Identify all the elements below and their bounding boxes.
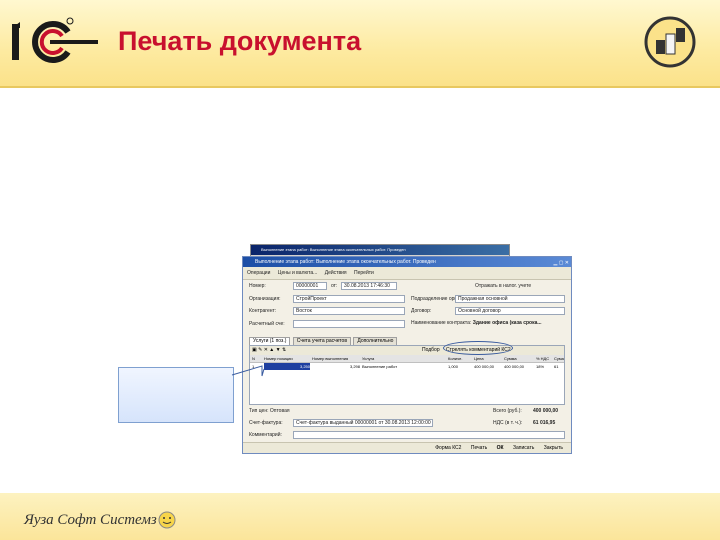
row-cell: 1 xyxy=(252,364,255,369)
row-cell: 61 xyxy=(554,364,559,369)
window-controls-icon[interactable]: ▁ ▢ ✕ xyxy=(553,258,569,267)
window-title: Выполнение этапа работ: Выполнение этапа… xyxy=(255,259,436,265)
highlight-ellipse xyxy=(443,341,513,355)
ok-button[interactable]: ОК xyxy=(497,445,504,451)
row-cell: 3,298 xyxy=(349,364,360,369)
contract-name-label: Наименование контракта: xyxy=(411,320,472,326)
callout-box xyxy=(118,367,234,423)
contract-field[interactable]: Основной договор xyxy=(455,307,565,315)
number-field[interactable]: 00000001 xyxy=(293,282,327,290)
department-field[interactable]: Продажная основной xyxy=(455,295,565,303)
form-ks2-button[interactable]: Форма КС2 xyxy=(435,445,461,451)
comment-label: Комментарий: xyxy=(249,432,282,438)
contract-name-value: Здание офиса (каза срока... xyxy=(472,320,542,326)
total-label: Всего (руб.): xyxy=(493,408,522,414)
payment-account-field[interactable] xyxy=(293,320,405,328)
table-row[interactable]: 1 3,250 3,298 Выполнение работ 1,000 400… xyxy=(250,363,564,370)
row-cell: 18% xyxy=(536,364,545,369)
column-header[interactable]: Услуга xyxy=(362,355,440,362)
counterparty-field[interactable]: Восток xyxy=(293,307,405,315)
row-cell-selected[interactable]: 3,250 xyxy=(264,363,310,370)
organization-label: Организация: xyxy=(249,296,281,302)
contract-label: Договор: xyxy=(411,308,432,314)
menu-goto[interactable]: Перейти xyxy=(354,270,374,276)
table-header: N Номер позиции Номер выполнения Услуга … xyxy=(250,355,564,363)
comment-field[interactable] xyxy=(293,431,565,439)
menu-prices-currency[interactable]: Цены и валюта... xyxy=(278,270,318,276)
column-header[interactable]: Сумма xyxy=(504,355,534,362)
row-cell: 400 000,00 xyxy=(504,364,525,369)
payment-account-label: Расчетный сче: xyxy=(249,321,285,327)
number-label: Номер: xyxy=(249,283,266,289)
column-header[interactable]: Сума xyxy=(554,355,564,362)
price-type-label: Тип цен: Оптовая xyxy=(249,408,290,414)
slide-title: Печать документа xyxy=(118,26,362,56)
date-label: от: xyxy=(331,283,338,289)
print-button[interactable]: Печать xyxy=(471,445,487,451)
tab-settlement-accounts[interactable]: Счета учета расчетов xyxy=(292,337,351,345)
header-divider xyxy=(0,86,720,88)
1c-logo xyxy=(12,17,98,63)
contract-name-row: Наименование контракта: Здание офиса (ка… xyxy=(411,320,567,326)
save-button[interactable]: Записать xyxy=(513,445,534,451)
table-toolbar-icons[interactable]: ▣ ✎ ✕ ▲ ▼ ⇅ xyxy=(252,347,286,353)
menu-actions[interactable]: Действия xyxy=(325,270,347,276)
tab-services[interactable]: Услуги (1 поз.) xyxy=(249,337,291,345)
column-header[interactable]: Цена xyxy=(474,355,502,362)
document-window: Выполнение этапа работ: Выполнение этапа… xyxy=(242,256,572,454)
column-header[interactable]: Количе. xyxy=(448,355,472,362)
counterparty-label: Контрагент: xyxy=(249,308,277,314)
background-window-caption: Выполнение этапа работ: Выполнение этапа… xyxy=(251,245,509,255)
selection-button[interactable]: Подбор xyxy=(422,346,440,355)
tax-account-checkbox-label[interactable]: Отражать в налог. учете xyxy=(475,283,531,289)
vat-label: НДС (в т. ч.): xyxy=(493,420,523,426)
window-button-bar: Форма КС2 Печать ОК Записать Закрыть xyxy=(243,442,571,453)
footer-company-name: Яуза Софт Системз xyxy=(24,512,157,528)
invoice-label: Счет-фактура: xyxy=(249,420,283,426)
date-field[interactable]: 30.08.2013 17:46:30 xyxy=(341,282,397,290)
services-table: ▣ ✎ ✕ ▲ ▼ ⇅ Подбор Стрелять комментарий … xyxy=(249,345,565,405)
row-cell: 400 000,00 xyxy=(474,364,495,369)
row-cell: 1,000 xyxy=(448,364,459,369)
row-cell: Выполнение работ xyxy=(362,364,398,369)
invoice-field[interactable]: Счет-фактура выданный 00000001 от 30.08.… xyxy=(293,419,433,427)
column-header[interactable]: N xyxy=(252,355,262,362)
column-header[interactable]: Номер позиции xyxy=(264,355,310,362)
smiley-icon xyxy=(158,511,176,529)
column-header[interactable]: Номер выполнения xyxy=(312,355,360,362)
window-caption: Выполнение этапа работ: Выполнение этапа… xyxy=(243,257,571,267)
close-button[interactable]: Закрыть xyxy=(544,445,563,451)
window-toolbar: Операции Цены и валюта... Действия Перей… xyxy=(243,267,571,280)
organization-field[interactable]: СтройПроект xyxy=(293,295,405,303)
tab-bar: Услуги (1 поз.) Счета учета расчетов Доп… xyxy=(249,337,398,345)
company-logo-icon xyxy=(644,16,696,68)
column-header[interactable]: % НДС xyxy=(536,355,552,362)
vat-value: 61 016,95 xyxy=(533,420,556,426)
table-toolbar: ▣ ✎ ✕ ▲ ▼ ⇅ Подбор Стрелять комментарий … xyxy=(250,346,564,355)
total-value: 400 000,00 xyxy=(533,408,559,414)
menu-operations[interactable]: Операции xyxy=(247,270,270,276)
tab-additional[interactable]: Дополнительно xyxy=(353,337,398,345)
